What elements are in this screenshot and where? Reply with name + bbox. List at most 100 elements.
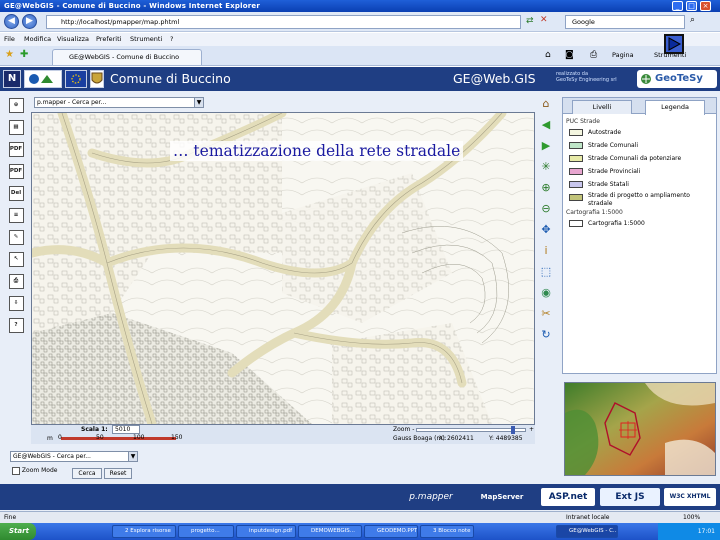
page-menu[interactable]: Pagina — [612, 51, 634, 59]
reload-icon[interactable]: ↻ — [537, 327, 555, 343]
zoom-out-icon[interactable]: ⊖ — [537, 201, 555, 217]
del-tool[interactable]: Del — [5, 182, 27, 204]
taskbar-item[interactable]: progetto... — [178, 525, 234, 538]
web-search-placeholder: Google — [572, 18, 595, 26]
overview-map[interactable] — [564, 382, 716, 476]
map-overlay-caption: … tematizzazione della rete stradale — [170, 141, 464, 161]
zoom-in-tool[interactable]: ⊕ — [5, 94, 27, 116]
back-arrow-icon[interactable]: ◀ — [537, 117, 555, 133]
chevron-down-icon[interactable]: ▼ — [128, 452, 137, 461]
search-select[interactable]: p.mapper - Cerca per... ▼ — [34, 97, 204, 108]
taskbar-item[interactable]: GE@WebGIS - C... — [556, 525, 618, 538]
home-page-icon[interactable]: ⌂ — [545, 50, 551, 60]
brand-subtitle-line-2: GeoTeSy Engineering srl — [556, 77, 617, 83]
go-icon[interactable]: ⇄ — [526, 16, 534, 26]
table-tool[interactable]: ▦ — [5, 116, 27, 138]
tab-legenda[interactable]: Legenda — [645, 100, 705, 115]
layers-tool[interactable]: ≡ — [5, 204, 27, 226]
overview-relief[interactable] — [565, 383, 715, 475]
add-favorite-icon[interactable]: ✚ — [20, 49, 28, 60]
app-title: Comune di Buccino — [110, 71, 231, 86]
clock: 17:01 — [697, 528, 715, 535]
pmapper-logo: p.mapper — [409, 492, 453, 502]
legend-item: Autostrade — [566, 126, 714, 139]
bottom-search-select[interactable]: GE@WebGIS - Cerca per... ▼ — [10, 451, 138, 462]
chevron-down-icon[interactable]: ▼ — [194, 98, 203, 107]
maximize-button[interactable]: □ — [686, 1, 697, 11]
search-icon[interactable]: ⌕ — [690, 15, 695, 25]
feeds-icon[interactable]: ◙ — [565, 50, 574, 60]
print-icon[interactable]: ⎙ — [590, 50, 597, 60]
legend-item: Strade Comunali da potenziare — [566, 152, 714, 165]
url-text: http://localhost/pmapper/map.phtml — [61, 18, 180, 26]
taskbar: Start 2 Esplora risorse progetto... inputd… — [0, 523, 720, 540]
favorites-star-icon[interactable]: ★ — [5, 49, 14, 60]
menu-file[interactable]: File — [4, 33, 15, 46]
zoom-slider[interactable] — [416, 426, 526, 434]
coord-y: Y: 4489385 — [489, 435, 523, 442]
status-zone: Intranet locale — [566, 514, 610, 521]
close-button[interactable]: × — [700, 1, 711, 11]
minimize-button[interactable]: _ — [672, 1, 683, 11]
zoom-mode-option[interactable]: Zoom Mode — [12, 466, 57, 476]
legend-label: Strade Provinciali — [588, 168, 641, 175]
scale-input[interactable]: 5010 — [112, 425, 140, 434]
reset-button[interactable]: Reset — [104, 468, 132, 479]
map-view[interactable]: … tematizzazione della rete stradale — [31, 112, 535, 425]
globe-icon[interactable]: ◉ — [537, 285, 555, 301]
menu-tools[interactable]: Strumenti — [130, 33, 162, 46]
address-toolbar: ◀ ▶ http://localhost/pmapper/map.phtml ⇄… — [0, 12, 720, 32]
tab-livelli[interactable]: Livelli — [572, 100, 632, 114]
refresh-icon[interactable]: ✳ — [537, 159, 555, 175]
tab-active[interactable]: GE@WebGIS - Comune di Buccino — [52, 49, 202, 65]
back-button[interactable]: ◀ — [4, 14, 19, 29]
coordinates-tool-icon: ↖ — [8, 251, 24, 267]
scalebar-tick-50: 50 — [96, 434, 104, 441]
web-search-input[interactable]: Google — [565, 15, 685, 29]
menu-favorites[interactable]: Preferiti — [96, 33, 121, 46]
address-bar[interactable]: http://localhost/pmapper/map.phtml — [46, 15, 521, 29]
find-button[interactable]: Cerca — [72, 468, 102, 479]
panel-tabs: Livelli Legenda — [563, 98, 716, 115]
pdf-tool[interactable]: PDF — [5, 138, 27, 160]
zoom-slider-handle[interactable] — [511, 426, 515, 434]
ruler-tool-icon: ✎ — [8, 229, 24, 245]
select-icon[interactable]: ⬚ — [537, 264, 555, 280]
taskbar-item[interactable]: 2 Esplora risorse — [112, 525, 176, 538]
legend-swatch — [569, 155, 583, 162]
scale-label: Scala 1: — [81, 426, 108, 433]
taskbar-item[interactable]: inputdesign.pdf — [236, 525, 296, 538]
measure-icon[interactable]: ✂ — [537, 306, 555, 322]
menu-view[interactable]: Visualizza — [57, 33, 89, 46]
map-footer: Scala 1: 5010 m 0 50 100 150 Zoom - + Ga… — [31, 425, 535, 444]
scalebar-tick-100: 100 — [133, 434, 145, 441]
zoom-in-icon[interactable]: ⊕ — [537, 180, 555, 196]
home-icon[interactable]: ⌂ — [537, 96, 555, 112]
menu-bar: File Modifica Visualizza Preferiti Strum… — [0, 33, 720, 46]
legend-swatch — [569, 129, 583, 136]
identify-icon[interactable]: i — [537, 243, 555, 259]
legend-label: Strade Comunali — [588, 142, 639, 149]
pdf-tool-2[interactable]: PDF — [5, 160, 27, 182]
pan-icon[interactable]: ✥ — [537, 222, 555, 238]
print-tool[interactable]: ⎙ — [5, 270, 27, 292]
menu-edit[interactable]: Modifica — [24, 33, 51, 46]
stop-icon[interactable]: ✕ — [540, 15, 548, 25]
status-zoom[interactable]: 100% — [683, 512, 700, 523]
taskbar-item[interactable]: GEODEMO.PPT — [364, 525, 418, 538]
coordinates-tool[interactable]: ↖ — [5, 248, 27, 270]
app-header: N Comune di Buccino GE@Web.GIS realizzat… — [0, 67, 720, 91]
menu-help[interactable]: ? — [170, 33, 173, 46]
taskbar-item[interactable]: DEMOWEBGIS... — [298, 525, 362, 538]
forward-button[interactable]: ▶ — [22, 14, 37, 29]
ruler-tool[interactable]: ✎ — [5, 226, 27, 248]
forward-arrow-icon[interactable]: ▶ — [537, 138, 555, 154]
pdf-tool-2-icon: PDF — [8, 163, 24, 179]
start-button[interactable]: Start — [0, 523, 36, 540]
nav-next-slide-button[interactable] — [664, 34, 684, 54]
help-tool[interactable]: ? — [5, 314, 27, 336]
taskbar-item[interactable]: 3 Blocco note — [420, 525, 474, 538]
legend-swatch — [569, 168, 583, 175]
download-tool[interactable]: ⇩ — [5, 292, 27, 314]
zoom-mode-checkbox[interactable] — [12, 466, 20, 475]
